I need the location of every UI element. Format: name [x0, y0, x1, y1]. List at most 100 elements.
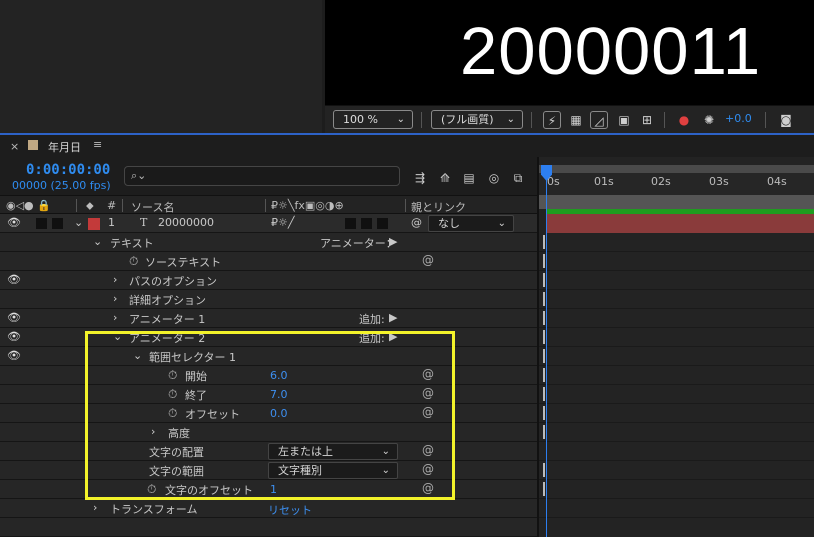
layer-name[interactable]: 20000000 [158, 216, 214, 229]
eye-icon[interactable]: 👁 [7, 311, 21, 324]
property-row-transform[interactable]: › トランスフォーム リセット [0, 499, 538, 518]
current-time-display[interactable]: 0:00:00:00 [26, 162, 110, 178]
exposure-value[interactable]: +0.0 [725, 112, 752, 125]
switch-box[interactable] [377, 218, 388, 229]
time-navigator[interactable] [539, 165, 814, 173]
camera-icon[interactable]: ◙ [777, 111, 795, 129]
mask-visibility-icon[interactable]: ◿ [590, 111, 608, 129]
ruler-tick-label: 03s [709, 175, 729, 188]
stopwatch-icon[interactable]: ⏱ [129, 254, 138, 269]
property-row-animator-2[interactable]: 👁 ⌄ アニメーター 2 追加: ▶ [0, 328, 538, 347]
layer-switches-icon[interactable]: ₽☼╱ [271, 216, 294, 229]
property-row-start[interactable]: ⏱ 開始 6.0 @ [0, 366, 538, 385]
column-source-name[interactable]: ソース名 [131, 199, 174, 215]
layer-row[interactable]: 👁 ⌄ 1 T 20000000 ₽☼╱ @ なし ⌄ [0, 214, 538, 233]
expression-pickwhip-icon[interactable]: @ [422, 367, 434, 381]
time-ruler[interactable]: 0s 01s 02s 03s 04s [539, 173, 814, 195]
lock-toggle[interactable] [52, 218, 63, 229]
chevron-down-icon[interactable]: ⌄ [113, 330, 122, 343]
pickwhip-icon[interactable]: @ [411, 216, 422, 229]
property-label: パスのオプション [129, 275, 217, 288]
color-management-icon[interactable]: ✺ [700, 111, 718, 129]
property-row-text[interactable]: ⌄ テキスト アニメーター： ▶ [0, 233, 538, 252]
eye-icon[interactable]: 👁 [7, 273, 21, 286]
close-icon[interactable]: × [10, 140, 19, 153]
play-icon[interactable]: ▶ [389, 311, 397, 324]
property-row-char-offset[interactable]: ⏱ 文字のオフセット 1 @ [0, 480, 538, 499]
draft-3d-icon[interactable]: ⟰ [437, 170, 453, 186]
chevron-down-icon[interactable]: ⌄ [74, 216, 83, 229]
track-row [539, 423, 814, 442]
expression-pickwhip-icon[interactable]: @ [422, 253, 434, 267]
switch-box[interactable] [345, 218, 356, 229]
property-row-animator-1[interactable]: 👁 › アニメーター 1 追加: ▶ [0, 309, 538, 328]
property-value[interactable]: 7.0 [270, 388, 288, 401]
panel-menu-icon[interactable]: ≡ [93, 138, 102, 151]
expression-pickwhip-icon[interactable]: @ [422, 405, 434, 419]
property-row-path-options[interactable]: 👁 › パスのオプション [0, 271, 538, 290]
expression-pickwhip-icon[interactable]: @ [422, 481, 434, 495]
property-label: 文字のオフセット [165, 484, 253, 497]
reset-link[interactable]: リセット [268, 502, 312, 518]
stopwatch-icon[interactable]: ⏱ [168, 406, 177, 421]
grid-guides-icon[interactable]: ⊞ [638, 111, 656, 129]
playhead-line[interactable] [546, 167, 547, 537]
timeline-graph[interactable]: 0s 01s 02s 03s 04s [539, 157, 814, 537]
region-of-interest-icon[interactable]: ▣ [615, 111, 633, 129]
property-value[interactable]: 0.0 [270, 407, 288, 420]
parent-select[interactable]: なし ⌄ [428, 215, 514, 232]
property-row-range-selector[interactable]: 👁 ⌄ 範囲セレクター 1 [0, 347, 538, 366]
column-parent-link[interactable]: 親とリンク [411, 199, 466, 215]
property-row-more-options[interactable]: › 詳細オプション [0, 290, 538, 309]
add-menu-label: 追加: [359, 332, 385, 345]
graph-editor-icon[interactable]: ⧉ [510, 170, 526, 186]
fast-previews-icon[interactable]: ⚡ [543, 111, 561, 129]
switch-box[interactable] [361, 218, 372, 229]
property-row-offset[interactable]: ⏱ オフセット 0.0 @ [0, 404, 538, 423]
expression-pickwhip-icon[interactable]: @ [422, 462, 434, 476]
chevron-right-icon[interactable]: › [113, 273, 117, 286]
motion-blur-icon[interactable]: ◎ [486, 170, 502, 186]
resolution-select[interactable]: (フル画質) ⌄ [431, 110, 523, 129]
layer-duration-bar[interactable] [547, 214, 814, 233]
property-row-char-range[interactable]: 文字の範囲 文字種別 ⌄ @ [0, 461, 538, 480]
property-row-advanced[interactable]: › 高度 [0, 423, 538, 442]
work-area-bar[interactable] [539, 195, 814, 209]
property-row-source-text[interactable]: ⏱ ソーステキスト @ [0, 252, 538, 271]
chevron-right-icon[interactable]: › [151, 425, 155, 438]
zoom-select[interactable]: 100 % ⌄ [333, 110, 413, 129]
eye-icon[interactable]: 👁 [7, 349, 21, 362]
layer-column-header: ◉◁● 🔒 ⬥ # ソース名 ₽☼╲fx▣◎◑⊕ 親とリンク [0, 195, 538, 214]
chevron-right-icon[interactable]: › [113, 311, 117, 324]
composition-viewer[interactable]: 20000011 [325, 0, 814, 105]
play-icon[interactable]: ▶ [389, 235, 397, 248]
audio-toggle[interactable] [36, 218, 47, 229]
channel-icon[interactable]: ● [675, 111, 693, 129]
timeline-tab-title[interactable]: 年月日 [48, 139, 81, 155]
search-input[interactable]: ⌕⌄ [124, 166, 400, 186]
chevron-down-icon[interactable]: ⌄ [133, 349, 142, 362]
comp-mini-flowchart-icon[interactable]: ⇶ [412, 170, 428, 186]
resolution-value: (フル画質) [441, 113, 494, 126]
property-value[interactable]: 1 [270, 483, 277, 496]
char-range-select[interactable]: 文字種別 ⌄ [268, 462, 398, 479]
frame-blending-icon[interactable]: ▤ [461, 170, 477, 186]
property-row-end[interactable]: ⏱ 終了 7.0 @ [0, 385, 538, 404]
anchor-grouping-select[interactable]: 左または上 ⌄ [268, 443, 398, 460]
property-row-anchor-grouping[interactable]: 文字の配置 左または上 ⌄ @ [0, 442, 538, 461]
chevron-down-icon[interactable]: ⌄ [93, 235, 102, 248]
expression-pickwhip-icon[interactable]: @ [422, 386, 434, 400]
stopwatch-icon[interactable]: ⏱ [147, 482, 156, 497]
track-row [539, 366, 814, 385]
eye-icon[interactable]: 👁 [7, 330, 21, 343]
chevron-right-icon[interactable]: › [113, 292, 117, 305]
property-value[interactable]: 6.0 [270, 369, 288, 382]
stopwatch-icon[interactable]: ⏱ [168, 387, 177, 402]
transparency-grid-icon[interactable]: ▦ [567, 111, 585, 129]
layer-label-color[interactable] [88, 218, 100, 230]
stopwatch-icon[interactable]: ⏱ [168, 368, 177, 383]
expression-pickwhip-icon[interactable]: @ [422, 443, 434, 457]
eye-icon[interactable]: 👁 [7, 216, 21, 229]
play-icon[interactable]: ▶ [389, 330, 397, 343]
chevron-right-icon[interactable]: › [93, 501, 97, 514]
